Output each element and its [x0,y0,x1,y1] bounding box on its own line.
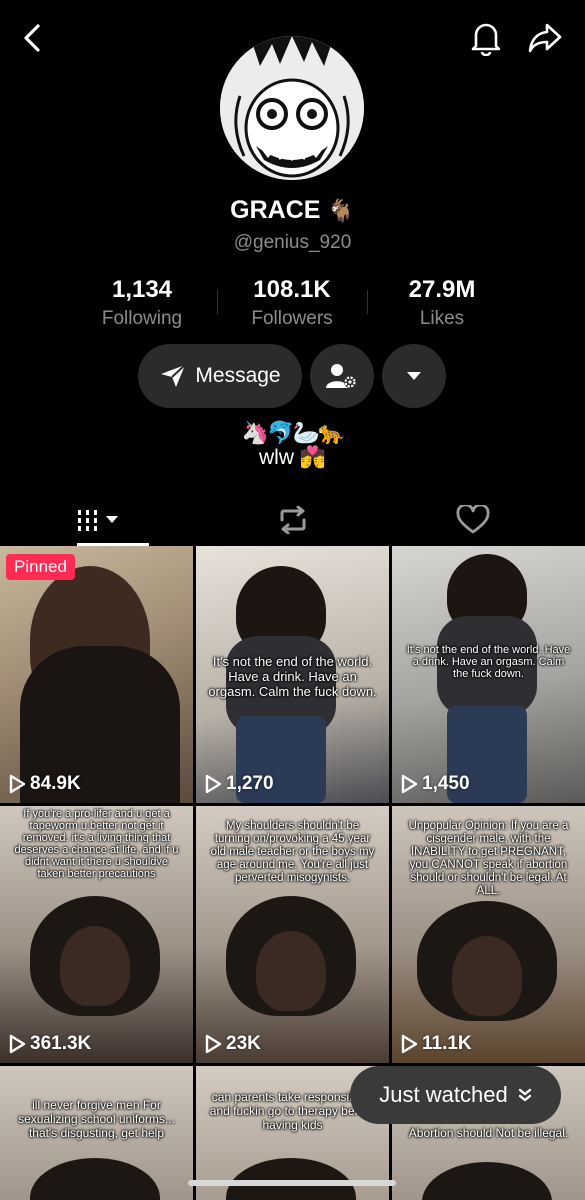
video-tile[interactable]: It's not the end of the world. Have a dr… [392,546,585,803]
tab-liked[interactable] [375,494,570,546]
avatar[interactable] [220,36,364,180]
video-tile[interactable]: ill never forgive men For sexualizing sc… [0,1066,193,1200]
just-watched-button[interactable]: Just watched [350,1066,561,1124]
stat-followers[interactable]: 108.1K Followers [212,276,372,330]
back-icon[interactable] [14,20,50,56]
view-count-text: 1,270 [226,773,274,794]
caret-down-icon [407,372,421,380]
view-count: 1,450 [400,773,470,795]
video-tile[interactable]: If you're a pro-lifer and u get a tapewo… [0,806,193,1063]
stat-value: 1,134 [111,276,173,303]
view-count: 84.9K [8,773,81,795]
bell-icon[interactable] [466,18,506,58]
view-count-text: 11.1K [422,1033,472,1054]
stat-label: Followers [251,308,333,329]
grid-icon [77,510,118,531]
profile-name: GRACE [230,196,321,224]
stat-following[interactable]: 1,134 Following [62,276,222,330]
view-count: 23K [204,1033,261,1055]
message-label: Message [195,364,281,387]
home-indicator[interactable] [188,1180,396,1186]
play-icon [9,774,26,794]
play-icon [205,1034,222,1054]
stat-value: 27.9M [408,276,476,303]
pinned-badge: Pinned [6,554,75,580]
profile-stats: 1,134 Following 108.1K Followers 27.9M L… [0,276,585,332]
send-icon [161,364,187,387]
stat-label: Following [101,308,183,329]
name-emoji: 🐐 [327,198,355,223]
video-tile[interactable]: Pinned 84.9K [0,546,193,803]
view-count: 1,270 [204,773,274,795]
view-count-text: 23K [226,1033,261,1054]
stat-likes[interactable]: 27.9M Likes [362,276,522,330]
video-caption: ill never forgive men For sexualizing sc… [18,1098,175,1140]
add-friend-button[interactable] [310,344,374,408]
video-caption: If you're a pro-lifer and u get a tapewo… [14,808,179,880]
person-settings-icon [326,364,356,388]
video-caption: Unpopular Opinion: If you are a cisgende… [408,820,569,897]
repost-icon [280,506,305,534]
just-watched-label: Just watched [379,1082,508,1107]
profile-handle: @genius_920 [233,232,352,253]
share-icon[interactable] [524,18,566,58]
play-icon [401,774,418,794]
view-count: 11.1K [400,1033,472,1055]
content-tabs [0,494,585,546]
video-tile[interactable]: My shoulders shouldn't be turning on/pro… [196,806,389,1063]
view-count: 361.3K [8,1033,91,1055]
video-tile[interactable]: Unpopular Opinion: If you are a cisgende… [392,806,585,1063]
play-icon [205,774,222,794]
video-caption: It's not the end of the world. Have a dr… [406,644,571,680]
view-count-text: 361.3K [30,1033,92,1054]
video-caption: Abortion should Not be illegal. [408,1126,569,1140]
bio-emojis: 🦄🐬🦢🐆 [241,420,346,445]
stat-value: 108.1K [253,276,331,303]
video-tile[interactable]: It's not the end of the world. Have a dr… [196,546,389,803]
heart-icon [455,505,490,534]
bio-text: wlw 💏 [259,446,326,469]
stat-label: Likes [419,308,465,329]
double-chevron-down-icon [518,1088,531,1102]
view-count-text: 1,450 [422,773,470,794]
profile-actions: Message [0,344,585,408]
video-caption: My shoulders shouldn't be turning on/pro… [210,820,375,884]
tab-videos[interactable] [0,494,195,546]
play-icon [9,1034,26,1054]
profile-name-row: GRACE 🐐 [0,196,585,225]
message-button[interactable]: Message [138,344,302,408]
view-count-text: 84.9K [30,773,81,794]
play-icon [401,1034,418,1054]
tab-reposts[interactable] [195,494,390,546]
video-caption: It's not the end of the world. Have a dr… [208,654,377,699]
more-button[interactable] [382,344,446,408]
